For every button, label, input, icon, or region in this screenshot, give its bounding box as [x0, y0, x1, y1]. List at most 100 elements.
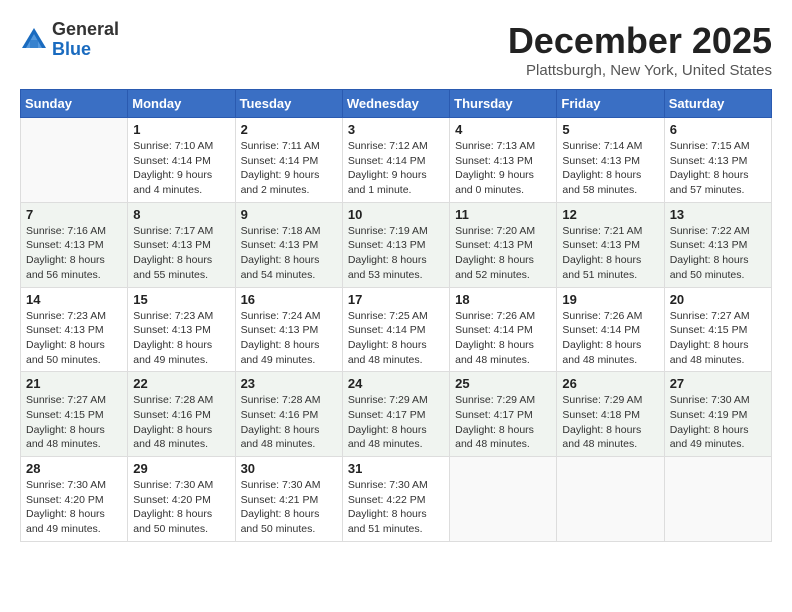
- day-number: 15: [133, 292, 229, 307]
- weekday-header: Tuesday: [235, 90, 342, 118]
- day-number: 12: [562, 207, 658, 222]
- calendar-day-cell: 30Sunrise: 7:30 AM Sunset: 4:21 PM Dayli…: [235, 457, 342, 542]
- day-info: Sunrise: 7:11 AM Sunset: 4:14 PM Dayligh…: [241, 139, 337, 198]
- calendar-day-cell: 9 Sunrise: 7:18 AM Sunset: 4:13 PM Daylig…: [235, 202, 342, 287]
- day-info: Sunrise: 7:28 AM Sunset: 4:16 PM Dayligh…: [133, 393, 229, 452]
- calendar-day-cell: 13 Sunrise: 7:22 AM Sunset: 4:13 PM Dayli…: [664, 202, 771, 287]
- logo: General Blue: [20, 20, 119, 60]
- day-number: 8: [133, 207, 229, 222]
- calendar-day-cell: 2 Sunrise: 7:11 AM Sunset: 4:14 PM Daylig…: [235, 118, 342, 203]
- weekday-header: Sunday: [21, 90, 128, 118]
- day-number: 10: [348, 207, 444, 222]
- day-info: Sunrise: 7:30 AM Sunset: 4:20 PM Dayligh…: [133, 478, 229, 537]
- day-info: Sunrise: 7:25 AM Sunset: 4:14 PM Dayligh…: [348, 309, 444, 368]
- calendar-day-cell: [21, 118, 128, 203]
- weekday-header: Thursday: [450, 90, 557, 118]
- day-number: 17: [348, 292, 444, 307]
- day-info: Sunrise: 7:15 AM Sunset: 4:13 PM Dayligh…: [670, 139, 766, 198]
- day-number: 1: [133, 122, 229, 137]
- calendar-day-cell: 28 Sunrise: 7:30 AM Sunset: 4:20 PM Dayli…: [21, 457, 128, 542]
- page-header: General Blue December 2025 Plattsburgh, …: [20, 20, 772, 79]
- calendar-day-cell: 5 Sunrise: 7:14 AM Sunset: 4:13 PM Daylig…: [557, 118, 664, 203]
- calendar-week-row: 21 Sunrise: 7:27 AM Sunset: 4:15 PM Dayli…: [21, 372, 772, 457]
- calendar-day-cell: 16Sunrise: 7:24 AM Sunset: 4:13 PM Dayli…: [235, 287, 342, 372]
- calendar-day-cell: 6Sunrise: 7:15 AM Sunset: 4:13 PM Daylig…: [664, 118, 771, 203]
- logo-text: General Blue: [52, 20, 119, 60]
- calendar-week-row: 14 Sunrise: 7:23 AM Sunset: 4:13 PM Dayli…: [21, 287, 772, 372]
- day-number: 5: [562, 122, 658, 137]
- calendar-day-cell: 26Sunrise: 7:29 AM Sunset: 4:18 PM Dayli…: [557, 372, 664, 457]
- day-number: 25: [455, 376, 551, 391]
- day-number: 13: [670, 207, 766, 222]
- weekday-header: Friday: [557, 90, 664, 118]
- calendar-day-cell: 25 Sunrise: 7:29 AM Sunset: 4:17 PM Dayli…: [450, 372, 557, 457]
- day-number: 23: [241, 376, 337, 391]
- weekday-header: Monday: [128, 90, 235, 118]
- day-number: 7: [26, 207, 122, 222]
- calendar-day-cell: 7 Sunrise: 7:16 AM Sunset: 4:13 PM Daylig…: [21, 202, 128, 287]
- calendar-day-cell: 29 Sunrise: 7:30 AM Sunset: 4:20 PM Dayli…: [128, 457, 235, 542]
- day-info: Sunrise: 7:21 AM Sunset: 4:13 PM Dayligh…: [562, 224, 658, 283]
- weekday-header: Saturday: [664, 90, 771, 118]
- day-info: Sunrise: 7:10 AM Sunset: 4:14 PM Dayligh…: [133, 139, 229, 198]
- calendar-week-row: 7 Sunrise: 7:16 AM Sunset: 4:13 PM Daylig…: [21, 202, 772, 287]
- day-info: Sunrise: 7:26 AM Sunset: 4:14 PM Dayligh…: [562, 309, 658, 368]
- calendar-day-cell: 3 Sunrise: 7:12 AM Sunset: 4:14 PM Daylig…: [342, 118, 449, 203]
- day-info: Sunrise: 7:28 AM Sunset: 4:16 PM Dayligh…: [241, 393, 337, 452]
- logo-general: General: [52, 19, 119, 39]
- calendar-day-cell: [664, 457, 771, 542]
- day-number: 2: [241, 122, 337, 137]
- calendar-week-row: 1 Sunrise: 7:10 AM Sunset: 4:14 PM Daylig…: [21, 118, 772, 203]
- day-info: Sunrise: 7:27 AM Sunset: 4:15 PM Dayligh…: [26, 393, 122, 452]
- day-info: Sunrise: 7:23 AM Sunset: 4:13 PM Dayligh…: [133, 309, 229, 368]
- calendar-day-cell: 22Sunrise: 7:28 AM Sunset: 4:16 PM Dayli…: [128, 372, 235, 457]
- day-number: 20: [670, 292, 766, 307]
- day-number: 3: [348, 122, 444, 137]
- logo-blue: Blue: [52, 39, 91, 59]
- title-area: December 2025 Plattsburgh, New York, Uni…: [508, 20, 772, 79]
- logo-icon: [20, 26, 48, 54]
- calendar-day-cell: 20 Sunrise: 7:27 AM Sunset: 4:15 PM Dayli…: [664, 287, 771, 372]
- day-number: 19: [562, 292, 658, 307]
- day-number: 21: [26, 376, 122, 391]
- day-number: 28: [26, 461, 122, 476]
- day-number: 31: [348, 461, 444, 476]
- weekday-header: Wednesday: [342, 90, 449, 118]
- calendar-week-row: 28 Sunrise: 7:30 AM Sunset: 4:20 PM Dayli…: [21, 457, 772, 542]
- day-info: Sunrise: 7:13 AM Sunset: 4:13 PM Dayligh…: [455, 139, 551, 198]
- day-info: Sunrise: 7:18 AM Sunset: 4:13 PM Dayligh…: [241, 224, 337, 283]
- calendar-day-cell: 12 Sunrise: 7:21 AM Sunset: 4:13 PM Dayli…: [557, 202, 664, 287]
- day-number: 11: [455, 207, 551, 222]
- day-number: 29: [133, 461, 229, 476]
- day-info: Sunrise: 7:29 AM Sunset: 4:17 PM Dayligh…: [455, 393, 551, 452]
- day-info: Sunrise: 7:23 AM Sunset: 4:13 PM Dayligh…: [26, 309, 122, 368]
- day-number: 16: [241, 292, 337, 307]
- calendar-day-cell: [450, 457, 557, 542]
- location: Plattsburgh, New York, United States: [508, 62, 772, 79]
- calendar-day-cell: 19 Sunrise: 7:26 AM Sunset: 4:14 PM Dayli…: [557, 287, 664, 372]
- calendar-day-cell: 21 Sunrise: 7:27 AM Sunset: 4:15 PM Dayli…: [21, 372, 128, 457]
- day-info: Sunrise: 7:14 AM Sunset: 4:13 PM Dayligh…: [562, 139, 658, 198]
- day-info: Sunrise: 7:12 AM Sunset: 4:14 PM Dayligh…: [348, 139, 444, 198]
- calendar-day-cell: 10Sunrise: 7:19 AM Sunset: 4:13 PM Dayli…: [342, 202, 449, 287]
- day-number: 4: [455, 122, 551, 137]
- day-info: Sunrise: 7:20 AM Sunset: 4:13 PM Dayligh…: [455, 224, 551, 283]
- calendar-day-cell: 27Sunrise: 7:30 AM Sunset: 4:19 PM Dayli…: [664, 372, 771, 457]
- day-info: Sunrise: 7:26 AM Sunset: 4:14 PM Dayligh…: [455, 309, 551, 368]
- calendar-day-cell: 24Sunrise: 7:29 AM Sunset: 4:17 PM Dayli…: [342, 372, 449, 457]
- day-info: Sunrise: 7:29 AM Sunset: 4:18 PM Dayligh…: [562, 393, 658, 452]
- calendar-day-cell: 23 Sunrise: 7:28 AM Sunset: 4:16 PM Dayli…: [235, 372, 342, 457]
- day-number: 14: [26, 292, 122, 307]
- calendar-day-cell: 14 Sunrise: 7:23 AM Sunset: 4:13 PM Dayli…: [21, 287, 128, 372]
- month-title: December 2025: [508, 20, 772, 62]
- day-info: Sunrise: 7:29 AM Sunset: 4:17 PM Dayligh…: [348, 393, 444, 452]
- day-info: Sunrise: 7:22 AM Sunset: 4:13 PM Dayligh…: [670, 224, 766, 283]
- calendar-day-cell: 15 Sunrise: 7:23 AM Sunset: 4:13 PM Dayli…: [128, 287, 235, 372]
- calendar-header-row: SundayMondayTuesdayWednesdayThursdayFrid…: [21, 90, 772, 118]
- calendar-day-cell: 11 Sunrise: 7:20 AM Sunset: 4:13 PM Dayli…: [450, 202, 557, 287]
- day-info: Sunrise: 7:27 AM Sunset: 4:15 PM Dayligh…: [670, 309, 766, 368]
- day-info: Sunrise: 7:30 AM Sunset: 4:20 PM Dayligh…: [26, 478, 122, 537]
- day-info: Sunrise: 7:16 AM Sunset: 4:13 PM Dayligh…: [26, 224, 122, 283]
- calendar-day-cell: [557, 457, 664, 542]
- day-number: 9: [241, 207, 337, 222]
